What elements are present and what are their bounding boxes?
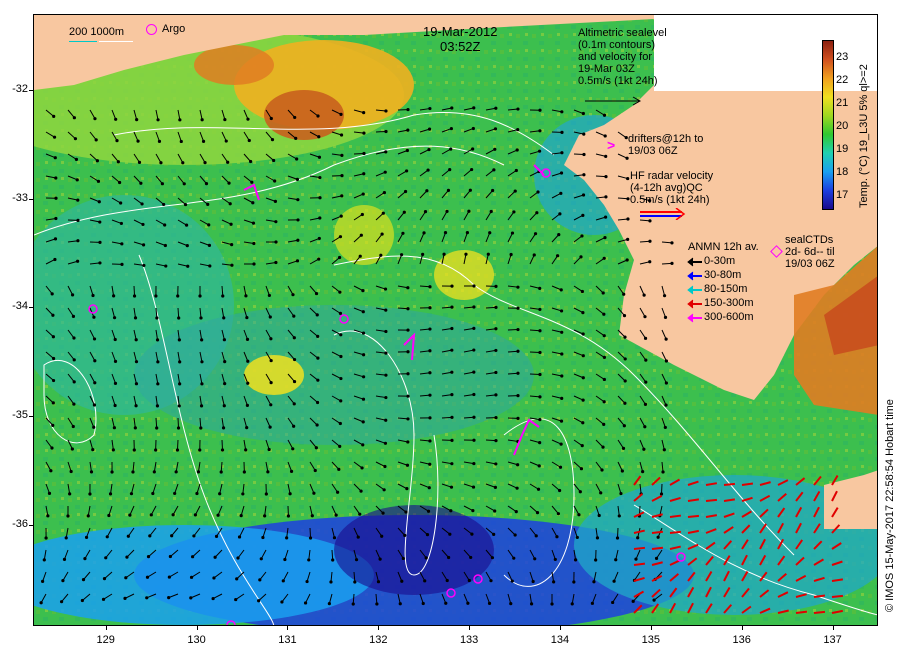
y-tick-mark	[29, 198, 33, 200]
x-tick-mark	[650, 626, 652, 630]
x-tick-label: 133	[459, 634, 479, 646]
y-tick-mark	[29, 90, 33, 92]
sealevel-note: Altimetric sealevel (0.1m contours) and …	[578, 27, 667, 87]
colorbar-tick-19: 19	[836, 143, 849, 156]
colorbar-tick-22: 22	[836, 74, 849, 87]
x-tick-label: 130	[187, 634, 206, 646]
y-tick-label: -35	[12, 409, 28, 422]
anmn-legend-arrow-1	[687, 271, 702, 281]
anmn-legend-label-2: 80-150m	[704, 283, 748, 295]
y-tick-mark	[29, 307, 33, 309]
x-tick-label: 134	[550, 634, 570, 646]
drifters-note: drifters@12h to 19/03 06Z	[628, 133, 704, 157]
colorbar-tick-17: 17	[836, 189, 849, 202]
x-tick-mark	[287, 626, 289, 630]
y-tick-label: -32	[12, 83, 28, 96]
scale-legend-line-a	[69, 41, 97, 42]
argo-legend-label: Argo	[162, 23, 186, 35]
map-date: 19-Mar-2012	[423, 24, 498, 39]
colorbar-tick-20: 20	[836, 120, 849, 133]
x-tick-mark	[105, 626, 107, 630]
anmn-legend-label-0: 0-30m	[704, 255, 736, 267]
hf-radar-scale-arrow	[640, 208, 686, 220]
x-tick-label: 137	[823, 634, 842, 646]
map-time: 03:52Z	[440, 39, 481, 54]
colorbar-tick-21: 21	[836, 97, 849, 110]
colorbar-tick-18: 18	[836, 166, 849, 179]
scale-legend-depth-a: 200	[69, 26, 88, 38]
anmn-legend-label-4: 300-600m	[704, 311, 754, 323]
anmn-legend-arrow-0	[687, 257, 702, 267]
y-tick-label: -34	[12, 300, 28, 313]
y-tick-mark	[29, 416, 33, 418]
x-tick-label: 132	[369, 634, 388, 646]
scale-legend-line-b	[99, 41, 133, 42]
x-tick-label: 136	[732, 634, 751, 646]
x-tick-mark	[378, 626, 380, 630]
scale-legend: 200 1000m	[69, 26, 124, 38]
x-tick-label: 135	[641, 634, 661, 646]
argo-legend-icon	[146, 24, 157, 35]
drifter-legend-icon: >	[607, 137, 616, 153]
anmn-legend-arrow-3	[687, 299, 702, 309]
anmn-legend-arrow-2	[687, 285, 702, 295]
sealevel-scale-arrow	[585, 96, 642, 106]
colorbar-unit-label: Temp. (°C) 19_L3U 5% ql>=2	[858, 64, 870, 208]
colorbar-tick-23: 23	[836, 51, 849, 64]
x-tick-mark	[741, 626, 743, 630]
anmn-legend-label-1: 30-80m	[704, 269, 742, 281]
anmn-legend-title: ANMN 12h av.	[688, 241, 759, 253]
colorbar	[822, 40, 834, 210]
x-tick-mark	[196, 626, 198, 630]
credit-text: © IMOS 15-May-2017 22:58:54 Hobart time	[884, 399, 896, 612]
x-tick-mark	[832, 626, 834, 630]
x-tick-mark	[469, 626, 471, 630]
seal-note: sealCTDs 2d- 6d-- til 19/03 06Z	[785, 234, 835, 270]
hf-radar-note: HF radar velocity (4-12h avg)QC 0.5m/s (…	[630, 170, 714, 206]
x-tick-mark	[559, 626, 561, 630]
y-tick-label: -33	[12, 191, 28, 204]
y-tick-mark	[29, 524, 33, 526]
scale-legend-depth-b: 1000m	[90, 26, 125, 38]
anmn-legend-label-3: 150-300m	[704, 297, 754, 309]
anmn-legend-arrow-4	[687, 313, 702, 323]
x-tick-label: 131	[278, 634, 297, 646]
y-tick-label: -36	[12, 517, 28, 530]
x-tick-label: 129	[96, 634, 115, 646]
